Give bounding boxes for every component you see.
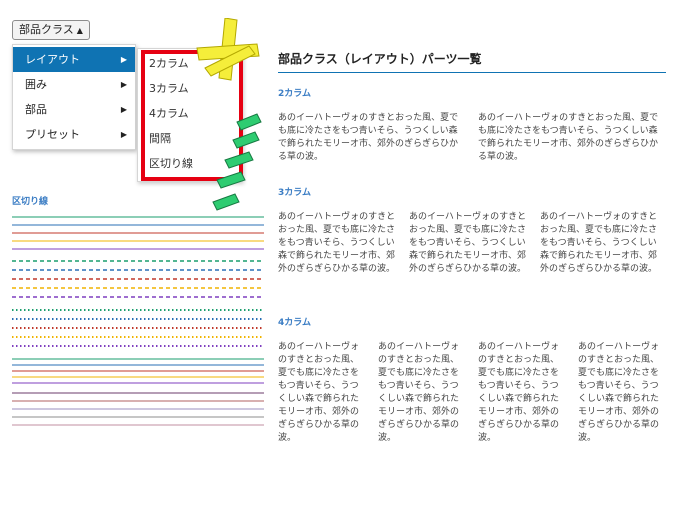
menu-item-layout[interactable]: レイアウト ▶ bbox=[13, 47, 135, 72]
submenu-arrow-icon: ▶ bbox=[120, 105, 127, 114]
column-text: あのイーハトーヴォのすきとおった風、夏でも底に冷たさをもつ青いそら、うつくしい森… bbox=[478, 113, 659, 162]
separator-heading: 区切り線 bbox=[12, 197, 49, 207]
submenu-item-4col[interactable]: 4カラム bbox=[138, 101, 242, 126]
section-title-4col: 4カラム bbox=[278, 318, 311, 328]
column-text: あのイーハトーヴォのすきとおった風、夏でも底に冷たさをもつ青いそら、うつくしい森… bbox=[540, 212, 658, 274]
column-text: あのイーハトーヴォのすきとおった風、夏でも底に冷たさをもつ青いそら、うつくしい森… bbox=[378, 342, 460, 443]
caret-up-icon: ▲ bbox=[76, 26, 83, 35]
submenu-arrow-icon: ▶ bbox=[120, 55, 127, 64]
class-dropdown-button[interactable]: 部品クラス ▲ bbox=[12, 20, 90, 40]
submenu-arrow-icon: ▶ bbox=[120, 130, 127, 139]
submenu-item-spacing[interactable]: 間隔 bbox=[138, 126, 242, 151]
page-title: 部品クラス（レイアウト）パーツ一覧 bbox=[278, 52, 482, 66]
submenu-arrow-icon: ▶ bbox=[120, 80, 127, 89]
section-title-2col: 2カラム bbox=[278, 89, 311, 99]
menu-item-preset[interactable]: プリセット ▶ bbox=[13, 122, 135, 147]
section-title-3col: 3カラム bbox=[278, 188, 311, 198]
submenu-item-2col[interactable]: 2カラム bbox=[138, 51, 242, 76]
submenu-item-separator[interactable]: 区切り線 bbox=[138, 151, 242, 176]
layout-submenu: 2カラム 3カラム 4カラム 間隔 区切り線 bbox=[137, 48, 243, 182]
menu-item-parts[interactable]: 部品 ▶ bbox=[13, 97, 135, 122]
separator-lines bbox=[12, 216, 264, 426]
dropdown-label: 部品クラス bbox=[19, 23, 74, 36]
parts-class-menu: レイアウト ▶ 囲み ▶ 部品 ▶ プリセット ▶ bbox=[12, 44, 136, 150]
column-text: あのイーハトーヴォのすきとおった風、夏でも底に冷たさをもつ青いそら、うつくしい森… bbox=[409, 212, 527, 274]
submenu-item-3col[interactable]: 3カラム bbox=[138, 76, 242, 101]
menu-item-label: プリセット bbox=[25, 128, 80, 141]
menu-item-box[interactable]: 囲み ▶ bbox=[13, 72, 135, 97]
menu-item-label: レイアウト bbox=[25, 53, 80, 66]
column-text: あのイーハトーヴォのすきとおった風、夏でも底に冷たさをもつ青いそら、うつくしい森… bbox=[278, 342, 360, 443]
column-text: あのイーハトーヴォのすきとおった風、夏でも底に冷たさをもつ青いそら、うつくしい森… bbox=[478, 342, 560, 443]
column-text: あのイーハトーヴォのすきとおった風、夏でも底に冷たさをもつ青いそら、うつくしい森… bbox=[578, 342, 660, 443]
menu-item-label: 囲み bbox=[25, 78, 47, 91]
title-rule bbox=[278, 72, 666, 73]
menu-item-label: 部品 bbox=[25, 103, 47, 116]
column-text: あのイーハトーヴォのすきとおった風、夏でも底に冷たさをもつ青いそら、うつくしい森… bbox=[278, 212, 396, 274]
column-text: あのイーハトーヴォのすきとおった風、夏でも底に冷たさをもつ青いそら、うつくしい森… bbox=[278, 113, 459, 162]
